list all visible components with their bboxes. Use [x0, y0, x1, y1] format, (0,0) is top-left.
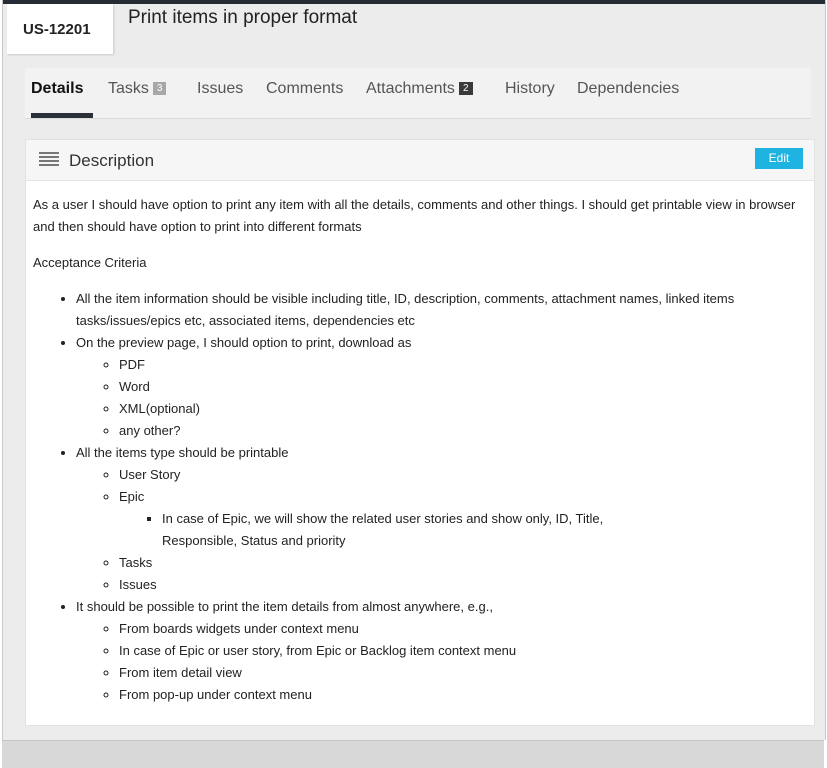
tab-issues[interactable]: Issues	[197, 80, 243, 98]
description-header: Description Edit	[26, 140, 814, 181]
tab-details[interactable]: Details	[31, 80, 83, 98]
list-item: All the items type should be printable U…	[76, 442, 803, 596]
tab-history[interactable]: History	[505, 80, 555, 98]
description-lines-icon	[39, 152, 59, 166]
description-panel: Description Edit As a user I should have…	[25, 139, 815, 726]
attachments-count-badge: 2	[458, 82, 473, 95]
item-id-chip: US-12201	[7, 4, 113, 54]
tab-dependencies[interactable]: Dependencies	[577, 80, 679, 98]
tab-tasks[interactable]: Tasks 3	[108, 80, 167, 98]
description-body: As a user I should have option to print …	[33, 194, 803, 706]
list-item: Issues	[119, 574, 803, 596]
list-item: XML(optional)	[119, 398, 803, 420]
edit-button[interactable]: Edit	[755, 148, 803, 169]
item-type-list: User Story Epic In case of Epic, we will…	[76, 464, 803, 596]
item-id: US-12201	[23, 21, 91, 38]
item-title[interactable]: Print items in proper format	[128, 7, 357, 29]
list-item: From boards widgets under context menu	[119, 618, 803, 640]
list-item: From pop-up under context menu	[119, 684, 803, 706]
list-item: PDF	[119, 354, 803, 376]
list-item: any other?	[119, 420, 803, 442]
list-item: Word	[119, 376, 803, 398]
list-item: On the preview page, I should option to …	[76, 332, 803, 442]
tab-comments[interactable]: Comments	[266, 80, 343, 98]
list-item: Epic In case of Epic, we will show the r…	[119, 486, 803, 552]
window-top-bar	[3, 0, 825, 4]
list-item: It should be possible to print the item …	[76, 596, 803, 706]
item-detail-window: US-12201 Print items in proper format De…	[2, 0, 826, 740]
list-item: In case of Epic or user story, from Epic…	[119, 640, 803, 662]
epic-sub-list: In case of Epic, we will show the relate…	[119, 508, 803, 552]
criteria-list: All the item information should be visib…	[33, 288, 803, 706]
tab-bar: Details Tasks 3 Issues Comments Attachmen…	[25, 68, 811, 119]
acceptance-criteria-heading: Acceptance Criteria	[33, 255, 147, 270]
description-intro: As a user I should have option to print …	[33, 197, 796, 234]
list-item: All the item information should be visib…	[76, 288, 803, 332]
description-title: Description	[69, 151, 155, 170]
format-list: PDF Word XML(optional) any other?	[76, 354, 803, 442]
tab-attachments[interactable]: Attachments 2	[366, 80, 473, 98]
list-item: User Story	[119, 464, 803, 486]
tasks-count-badge: 3	[152, 82, 167, 95]
list-item: From item detail view	[119, 662, 803, 684]
list-item: In case of Epic, we will show the relate…	[162, 508, 642, 552]
print-location-list: From boards widgets under context menu I…	[76, 618, 803, 706]
list-item: Tasks	[119, 552, 803, 574]
active-tab-indicator	[31, 113, 93, 118]
bottom-bar	[2, 740, 824, 768]
